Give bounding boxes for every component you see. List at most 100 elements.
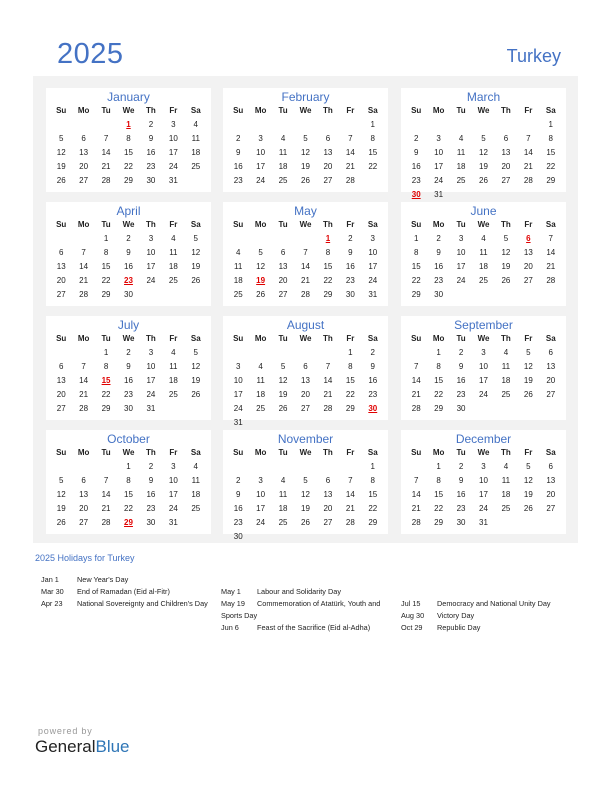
date-cell: 31 [434, 190, 444, 199]
day-name: We [122, 334, 135, 343]
date-cell: 29 [101, 404, 111, 413]
date-cell: 5 [58, 476, 64, 485]
date-cell: 17 [233, 390, 243, 399]
date-cell: 25 [456, 176, 466, 185]
date-cell: 16 [345, 262, 355, 271]
date-cell: 20 [323, 504, 333, 513]
date-cell: 7 [303, 248, 308, 257]
date-cell: 2 [126, 348, 131, 357]
date-cell: 8 [413, 248, 419, 257]
day-name: Tu [278, 334, 288, 343]
day-name: Th [323, 220, 333, 229]
date-cell: 31 [233, 418, 243, 427]
date-cell: 3 [481, 348, 486, 357]
date-cell: 30 [124, 404, 133, 413]
month-march: March Su Mo Tu We Th Fr Sa 1 2 3 4 5 6 7 8 9 10 11 12 13 14 15… [401, 88, 566, 199]
day-name: Tu [101, 334, 111, 343]
date-cell: 7 [413, 362, 419, 371]
date-cell: 3 [436, 134, 441, 143]
day-name: Mo [254, 220, 267, 229]
holiday-name: Victory Day [437, 611, 475, 620]
date-cell: 22 [411, 276, 421, 285]
date-cell: 11 [191, 134, 200, 143]
date-cell: 10 [256, 490, 266, 499]
day-name: Th [323, 334, 333, 343]
holiday-date-label: Aug 30 [401, 611, 425, 620]
day-name: Mo [432, 448, 445, 457]
day-name: We [477, 220, 490, 229]
date-cell: 23 [434, 276, 444, 285]
day-name: Mo [77, 220, 90, 229]
date-cell: 14 [523, 148, 533, 157]
date-cell: 17 [168, 490, 178, 499]
date-cell: 2 [458, 348, 464, 357]
date-cell: 13 [546, 476, 556, 485]
date-cell: 12 [523, 476, 533, 485]
date-cell: 29 [124, 176, 133, 185]
date-cell: 18 [191, 490, 201, 499]
month-april: April Su Mo Tu We Th Fr Sa 1 2 3 4 5 6 7 8 9 10 11 12 13 14 15… [46, 202, 211, 306]
date-cell: 2 [370, 348, 375, 357]
generalblue-logo: GeneralBlue [35, 737, 130, 757]
date-cell: 3 [481, 462, 486, 471]
date-cell: 18 [168, 262, 178, 271]
date-cell: 3 [171, 462, 176, 471]
date-cell: 25 [278, 518, 288, 527]
date-cell: 6 [81, 476, 86, 485]
empty-cell [227, 118, 249, 132]
date-cell: 27 [79, 176, 89, 185]
country-title: Turkey [506, 46, 561, 66]
holiday-column: Jul 15 Democracy and National Unity Day Au… [401, 598, 576, 634]
holiday-date: 30 [368, 404, 378, 413]
day-name: Su [56, 334, 67, 343]
month-days-grid: Su Mo Tu We Th Fr Sa 1 2 3 4 5 6 7 8 9 10 11 12 13 14 15 16 17 1… [223, 218, 388, 302]
date-cell: 9 [458, 476, 464, 485]
holiday-item: Mar 30 End of Ramadan (Eid al-Fitr) [41, 586, 216, 598]
day-name: Su [411, 220, 422, 229]
date-cell: 25 [278, 176, 288, 185]
date-cell: 2 [148, 462, 154, 471]
date-cell: 2 [413, 134, 419, 143]
date-cell: 22 [345, 390, 355, 399]
day-name: Sa [367, 220, 378, 229]
empty-cell [272, 346, 294, 360]
date-cell: 28 [301, 290, 310, 299]
date-cell: 5 [280, 362, 286, 371]
date-cell: 31 [479, 518, 488, 527]
date-cell: 27 [56, 404, 66, 413]
month-october: October Su Mo Tu We Th Fr Sa 1 2 3 4 5 6 7 8 9 10 11 12 13 14… [46, 430, 211, 534]
date-cell: 28 [323, 404, 333, 413]
month-name: December [455, 432, 512, 446]
empty-cell [272, 460, 294, 474]
day-name: Su [56, 448, 67, 457]
date-cell: 14 [411, 376, 421, 385]
date-cell: 8 [370, 476, 375, 485]
powered-by-label: powered by [38, 726, 93, 736]
date-cell: 12 [56, 490, 66, 499]
holiday-name: Democracy and National Unity Day [437, 599, 551, 608]
date-cell: 1 [370, 462, 375, 471]
empty-cell [317, 118, 339, 132]
date-cell: 1 [126, 462, 131, 471]
date-cell: 25 [501, 390, 511, 399]
date-cell: 9 [235, 148, 241, 157]
day-name: Su [233, 334, 244, 343]
date-cell: 12 [479, 148, 488, 157]
date-cell: 29 [323, 290, 333, 299]
date-cell: 24 [146, 276, 156, 285]
date-cell: 2 [235, 134, 241, 143]
date-cell: 27 [546, 504, 556, 513]
empty-cell [317, 460, 339, 474]
month-name: January [107, 90, 150, 104]
date-cell: 29 [434, 404, 444, 413]
date-cell: 30 [146, 518, 156, 527]
date-cell: 23 [456, 504, 466, 513]
date-cell: 5 [481, 134, 486, 143]
date-cell: 10 [146, 248, 156, 257]
date-cell: 28 [345, 518, 355, 527]
date-cell: 22 [434, 390, 444, 399]
month-days-grid: Su Mo Tu We Th Fr Sa 1 2 3 4 5 6 7 8 9 10 11 12 13 14 15 16 17 1… [401, 104, 566, 202]
date-cell: 9 [148, 476, 154, 485]
date-cell: 15 [434, 376, 444, 385]
date-cell: 9 [436, 248, 441, 257]
